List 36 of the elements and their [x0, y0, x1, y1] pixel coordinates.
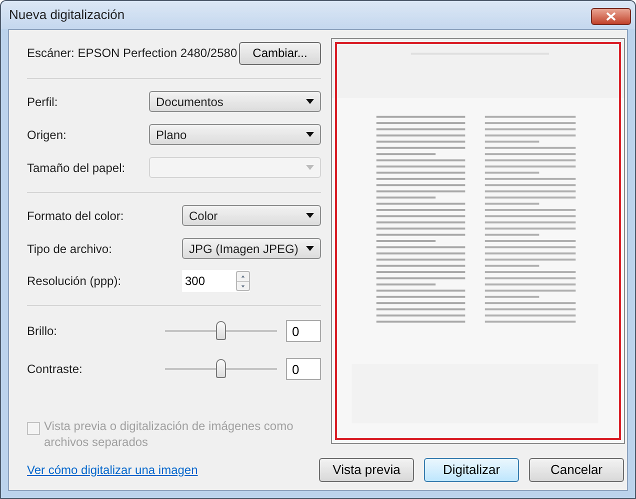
checkbox-label: Vista previa o digitalización de imágenes como archivos separados: [44, 418, 294, 450]
dropdown-arrow-icon: [306, 165, 314, 170]
field-label: Tipo de archivo:: [27, 240, 113, 258]
slider-track[interactable]: [165, 358, 277, 380]
dropdown[interactable]: Documentos: [149, 91, 321, 112]
dropdown[interactable]: JPG (Imagen JPEG): [182, 238, 321, 259]
value-field[interactable]: 0: [286, 358, 321, 380]
field-label: Contraste:: [27, 361, 84, 378]
field-label: Formato del color:: [27, 208, 125, 224]
field-label: Origen:: [27, 126, 68, 144]
field-label: Perfil:: [27, 94, 59, 110]
change-button[interactable]: Cambiar...: [239, 42, 321, 64]
spin-buttons[interactable]: [236, 271, 250, 291]
field-label: Tamaño del papel:: [27, 160, 126, 176]
down-arrow-icon: [237, 280, 249, 290]
dialog-button[interactable]: Cancelar: [529, 458, 624, 482]
help-link[interactable]: Ver cómo digitalizar una imagen: [27, 461, 317, 479]
scanner-label: Escáner: EPSON Perfection 2480/2580: [27, 45, 238, 62]
dropdown-arrow-icon: [306, 132, 314, 137]
value-field[interactable]: 0: [286, 320, 321, 342]
dialog-button[interactable]: Vista previa: [319, 458, 414, 482]
slider-thumb[interactable]: [216, 359, 226, 378]
resolution-field[interactable]: 300: [182, 270, 250, 292]
field-label: Brillo:: [27, 323, 58, 340]
close-button[interactable]: [591, 8, 631, 24]
close-icon: [606, 12, 616, 20]
dropdown-arrow-icon: [306, 246, 314, 251]
slider-thumb[interactable]: [216, 321, 226, 340]
slider-track[interactable]: [165, 320, 277, 342]
dialog-button[interactable]: Digitalizar: [424, 458, 519, 482]
field-label: Resolución (ppp):: [27, 273, 122, 290]
dropdown-arrow-icon: [306, 213, 314, 218]
dropdown[interactable]: Plano: [149, 124, 321, 145]
dropdown-arrow-icon: [306, 99, 314, 104]
dropdown[interactable]: Color: [182, 205, 321, 226]
window-title: Nueva digitalización: [9, 6, 125, 24]
